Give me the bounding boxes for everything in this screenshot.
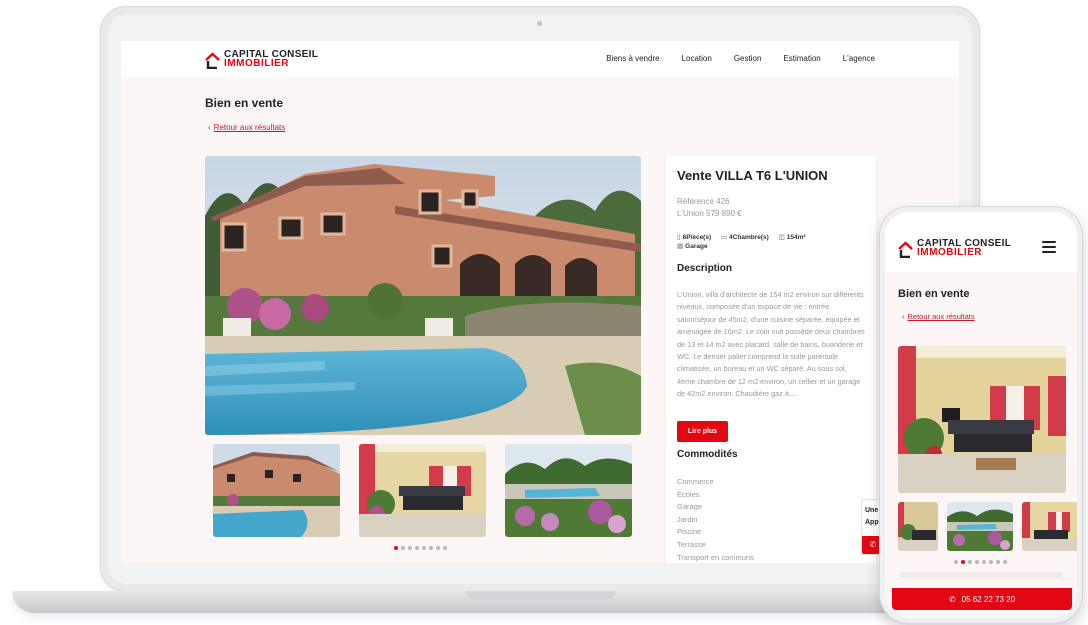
mobile-back-to-results-link[interactable]: ‹ Retour aux résultats xyxy=(902,312,975,321)
amenity-item: Jardin xyxy=(677,514,698,524)
mobile-thumbnail-living-room[interactable] xyxy=(1022,502,1077,551)
chevron-left-icon: ‹ xyxy=(208,123,211,132)
property-title: Vente VILLA T6 L'UNION xyxy=(677,168,828,183)
property-features: ▯ 6Pièce(s) ▭ 4Chambre(s) ◫ 154m² ▤ Garage xyxy=(677,233,867,251)
mobile-thumbnail-interior[interactable] xyxy=(898,502,938,551)
carousel-dot[interactable] xyxy=(443,546,447,550)
mobile-page-title: Bien en vente xyxy=(898,288,970,300)
house-roof-logo-icon xyxy=(898,240,913,258)
desktop-screen: CAPITAL CONSEIL IMMOBILIER Biens à vendr… xyxy=(121,41,959,563)
carousel-dot[interactable] xyxy=(394,546,398,550)
phone-number: 05 62 22 73 20 xyxy=(961,594,1016,604)
read-more-button[interactable]: Lire plus xyxy=(677,421,728,442)
property-details-panel: Vente VILLA T6 L'UNION Référence 426 L'U… xyxy=(666,156,876,563)
mockup-stage: CAPITAL CONSEIL IMMOBILIER Biens à vendr… xyxy=(0,0,1088,625)
feature-bedrooms-label: 4Chambre(s) xyxy=(729,234,769,241)
chevron-left-icon: ‹ xyxy=(902,312,905,321)
description-heading: Description xyxy=(677,263,733,274)
thumbnail-garden-flowers[interactable] xyxy=(505,444,632,537)
amenity-item: Piscine xyxy=(677,527,702,537)
carousel-dot[interactable] xyxy=(954,560,958,564)
carousel-dot[interactable] xyxy=(968,560,972,564)
site-header: CAPITAL CONSEIL IMMOBILIER Biens à vendr… xyxy=(121,41,959,77)
amenity-item: Ecoles xyxy=(677,489,700,499)
feature-garage-label: Garage xyxy=(685,243,708,250)
nav-item-estimation[interactable]: Estimation xyxy=(783,54,820,63)
carousel-dot[interactable] xyxy=(982,560,986,564)
carousel-dot[interactable] xyxy=(415,546,419,550)
feature-rooms-label: 6Pièce(s) xyxy=(682,234,712,241)
feature-area-label: 154m² xyxy=(786,234,806,241)
site-logo[interactable]: CAPITAL CONSEIL IMMOBILIER xyxy=(205,50,318,69)
phone-icon: ✆ xyxy=(948,594,956,604)
call-agency-button[interactable]: ✆ 05 62 22 73 20 xyxy=(892,588,1072,610)
area-icon: ◫ xyxy=(778,234,785,241)
feature-rooms: ▯ 6Pièce(s) xyxy=(677,234,711,241)
carousel-dot[interactable] xyxy=(408,546,412,550)
logo-line2: IMMOBILIER xyxy=(224,58,289,69)
feature-bedrooms: ▭ 4Chambre(s) xyxy=(721,234,769,241)
back-to-results-link[interactable]: ‹ Retour aux résultats xyxy=(208,123,285,132)
nav-item-location[interactable]: Location xyxy=(682,54,712,63)
carousel-dot[interactable] xyxy=(996,560,1000,564)
main-property-photo[interactable] xyxy=(205,156,641,435)
garage-icon: ▤ xyxy=(677,243,684,250)
amenity-item: Transport en communs xyxy=(677,552,754,562)
side-widget-line2: App xyxy=(865,519,879,526)
mobile-logo-line2: IMMOBILIER xyxy=(917,247,982,258)
nav-item-biens-a-vendre[interactable]: Biens à vendre xyxy=(606,54,659,63)
amenities-list: Commerce Ecoles Garage Jardin Piscine Te… xyxy=(677,476,754,563)
mobile-carousel-dots xyxy=(954,560,1007,564)
amenities-heading: Commodités xyxy=(677,449,738,460)
property-description: L'Union, villa d'architecte de 154 m2 en… xyxy=(677,290,865,399)
mobile-main-photo[interactable] xyxy=(898,346,1066,493)
mobile-section-divider xyxy=(899,572,1063,578)
laptop-camera xyxy=(537,21,542,26)
mobile-header: CAPITAL CONSEIL IMMOBILIER xyxy=(885,212,1077,272)
side-widget-text: Une App xyxy=(865,505,879,529)
bed-icon: ▭ xyxy=(720,234,728,241)
main-nav: Biens à vendre Location Gestion Estimati… xyxy=(606,54,875,63)
carousel-dot[interactable] xyxy=(429,546,433,550)
mobile-back-link-label: Retour aux résultats xyxy=(907,312,975,321)
nav-item-gestion[interactable]: Gestion xyxy=(734,54,762,63)
carousel-dot[interactable] xyxy=(436,546,440,550)
laptop-notch xyxy=(466,591,616,599)
feature-garage: ▤ Garage xyxy=(677,243,708,250)
property-reference-block: Référence 426 L'Union 579 890 € xyxy=(677,196,742,220)
side-widget-line1: Une xyxy=(865,507,879,514)
desktop-carousel-dots xyxy=(394,546,447,550)
carousel-dot[interactable] xyxy=(989,560,993,564)
nav-item-agence[interactable]: L'agence xyxy=(843,54,875,63)
carousel-dot[interactable] xyxy=(975,560,979,564)
amenity-item: Terrasse xyxy=(677,539,706,549)
property-location-price: L'Union 579 890 € xyxy=(677,209,742,218)
carousel-dot[interactable] xyxy=(422,546,426,550)
carousel-dot[interactable] xyxy=(961,560,965,564)
property-reference: Référence 426 xyxy=(677,197,730,206)
feature-area: ◫ 154m² xyxy=(779,234,806,241)
mobile-thumbnail-garden[interactable] xyxy=(947,502,1013,551)
carousel-dot[interactable] xyxy=(1003,560,1007,564)
mobile-screen: CAPITAL CONSEIL IMMOBILIER Bien en vente… xyxy=(885,212,1077,618)
door-icon: ▯ xyxy=(677,234,681,241)
house-roof-logo-icon xyxy=(205,51,220,69)
mobile-site-logo[interactable]: CAPITAL CONSEIL IMMOBILIER xyxy=(898,239,1011,258)
amenity-item: Commerce xyxy=(677,477,714,486)
page-title: Bien en vente xyxy=(205,96,284,110)
thumbnail-villa-pool[interactable] xyxy=(213,444,340,537)
carousel-dot[interactable] xyxy=(401,546,405,550)
hamburger-menu-icon[interactable] xyxy=(1042,241,1056,253)
thumbnail-living-room[interactable] xyxy=(359,444,486,537)
amenity-item: Garage xyxy=(677,502,703,512)
back-link-label: Retour aux résultats xyxy=(213,123,286,132)
